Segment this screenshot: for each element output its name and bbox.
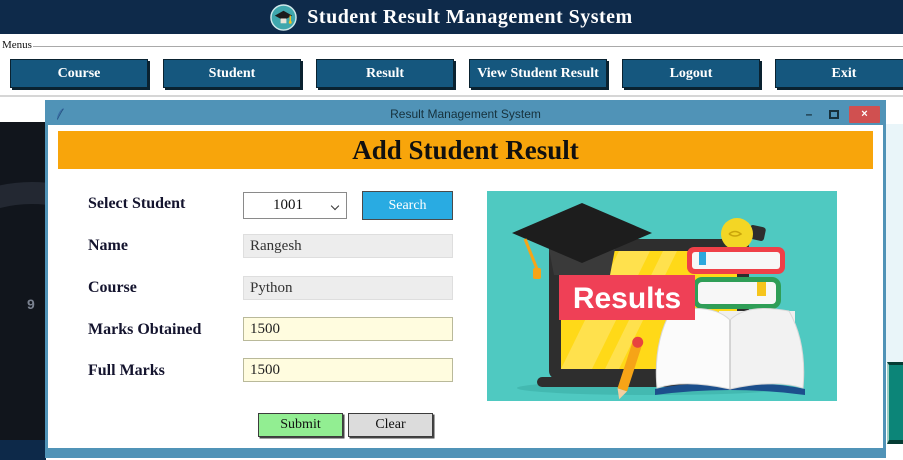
background-clock-digit: 9 <box>27 296 35 312</box>
screen: Student Result Management System Menus C… <box>0 0 903 460</box>
menu-button-course[interactable]: Course <box>10 59 148 88</box>
select-student-label: Select Student <box>88 195 186 212</box>
menus-frame-top-border <box>33 46 903 47</box>
background-dark-panel: 9 <box>0 122 46 442</box>
background-light-strip <box>886 124 903 362</box>
chevron-down-icon <box>330 201 340 210</box>
results-caption: Results <box>573 282 681 315</box>
course-label: Course <box>88 279 137 296</box>
search-button[interactable]: Search <box>362 191 453 220</box>
student-id-combobox[interactable]: 1001 <box>243 192 347 219</box>
menu-button-view-student-result[interactable]: View Student Result <box>469 59 607 88</box>
minimize-icon[interactable]: – <box>797 108 821 120</box>
results-illustration: Results <box>487 191 837 401</box>
name-label: Name <box>88 237 128 254</box>
app-header: Student Result Management System <box>0 0 903 34</box>
app-title: Student Result Management System <box>307 5 633 28</box>
student-id-value: 1001 <box>273 197 303 213</box>
marks-obtained-label: Marks Obtained <box>88 321 202 338</box>
menus-frame-bottom-border <box>0 95 903 97</box>
submit-button[interactable]: Submit <box>258 413 343 437</box>
window-title: Result Management System <box>390 107 541 121</box>
maximize-icon[interactable] <box>829 109 839 119</box>
app-logo-icon <box>270 3 298 31</box>
background-green-block <box>887 362 903 444</box>
result-window-titlebar[interactable]: Result Management System – × <box>48 103 883 125</box>
menu-button-student[interactable]: Student <box>163 59 301 88</box>
full-marks-field[interactable] <box>243 358 453 382</box>
menu-button-logout[interactable]: Logout <box>622 59 760 88</box>
window-controls: – × <box>797 103 883 125</box>
menus-frame-label: Menus <box>2 39 32 51</box>
name-field[interactable] <box>243 234 453 258</box>
marks-obtained-field[interactable] <box>243 317 453 341</box>
menu-button-result[interactable]: Result <box>316 59 454 88</box>
close-icon[interactable]: × <box>849 105 880 123</box>
menu-button-exit[interactable]: Exit <box>775 59 903 88</box>
open-book-icon <box>655 307 805 395</box>
result-window: Result Management System – × Add Student… <box>45 100 886 458</box>
full-marks-label: Full Marks <box>88 362 165 379</box>
clear-button[interactable]: Clear <box>348 413 433 437</box>
page-title: Add Student Result <box>58 131 873 169</box>
background-navy-strip <box>0 440 46 460</box>
course-field[interactable] <box>243 276 453 300</box>
result-window-content: Add Student Result Select Student Name C… <box>48 125 883 448</box>
